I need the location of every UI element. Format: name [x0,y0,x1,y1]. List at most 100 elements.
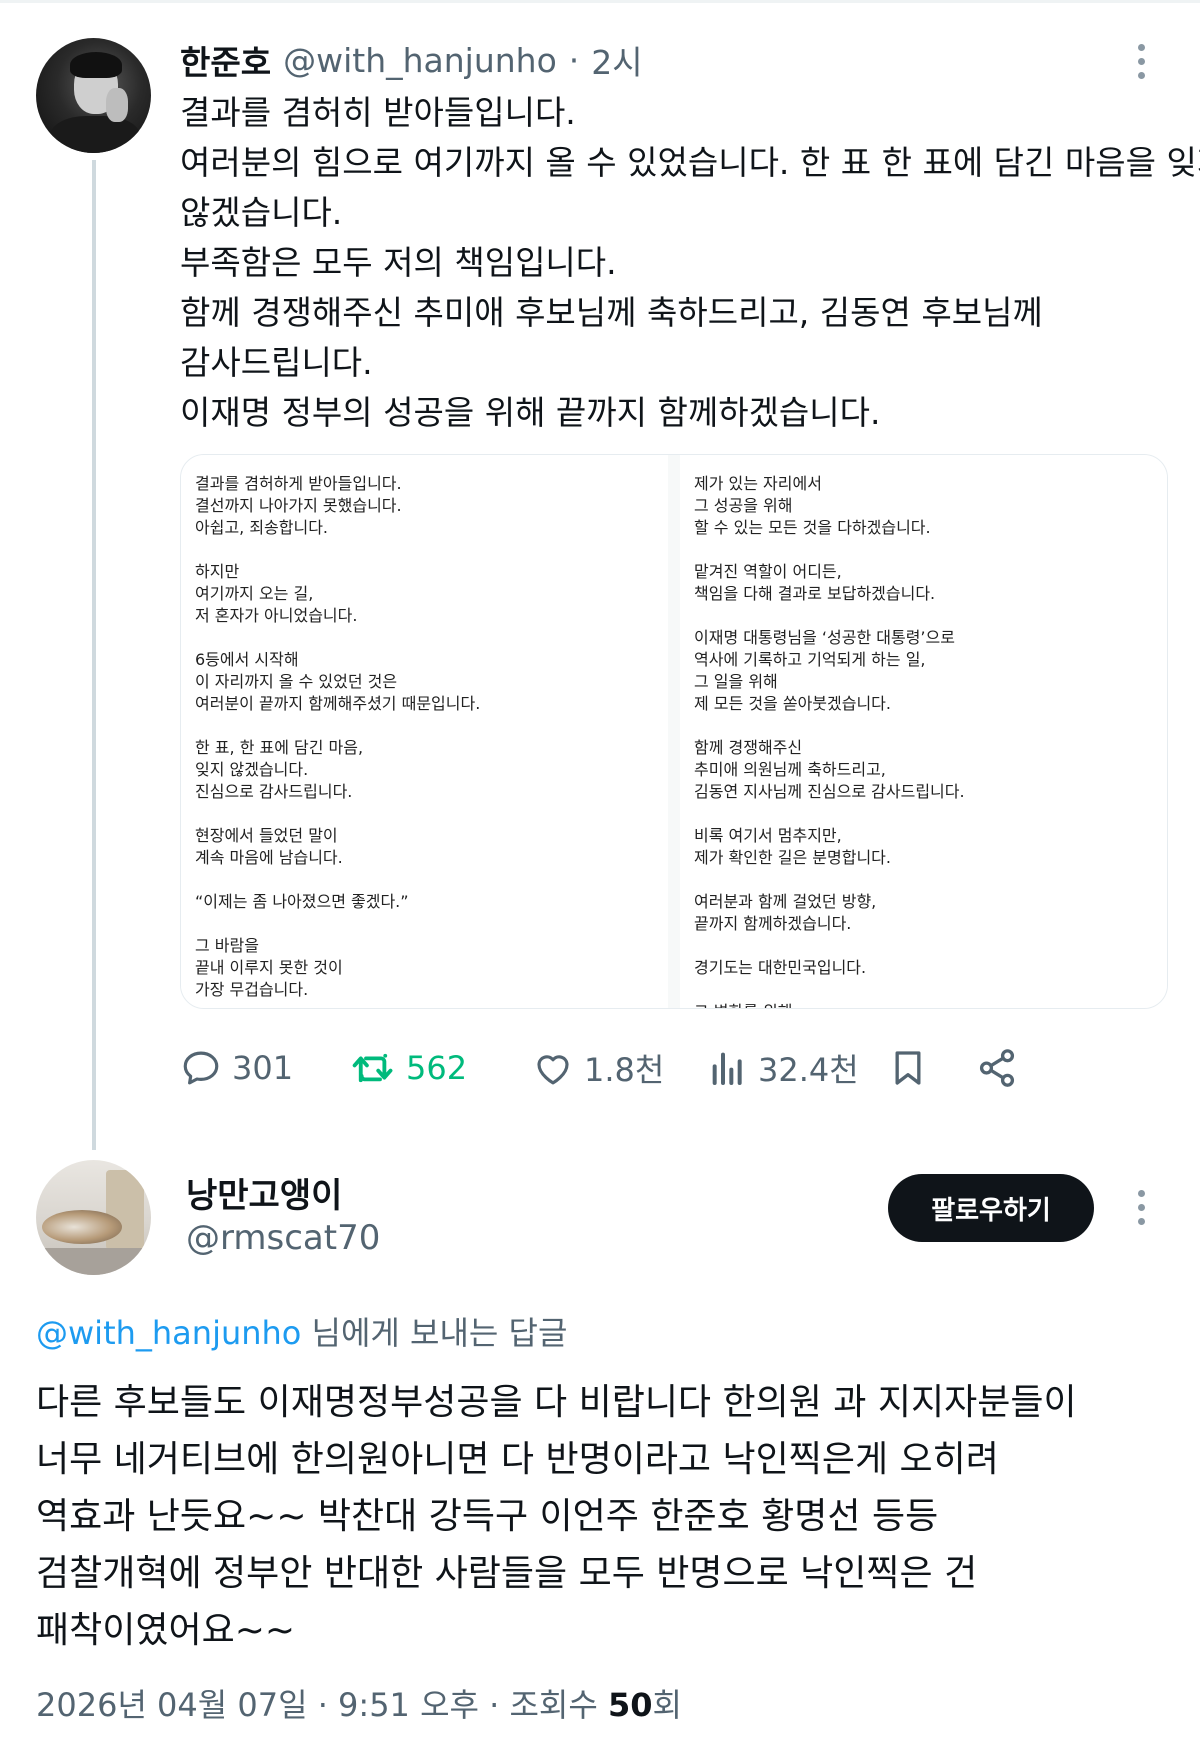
retweet-icon [352,1053,393,1083]
image-text-line: 비록 여기서 멈추지만, [694,826,842,845]
image-text-line: 이 자리까지 올 수 있었던 것은 [195,672,398,691]
tweet-header: 한준호 @with_hanjunho · 2시 [180,36,643,84]
image-text-line: 제가 있는 자리에서 [694,474,822,493]
tweet-text-line: 결과를 겸허히 받아들입니다. [180,93,576,132]
author-handle[interactable]: @with_hanjunho [283,41,557,80]
more-icon [1126,40,1156,79]
reply-icon [183,1051,219,1085]
replying-to-mention[interactable]: @with_hanjunho [36,1314,301,1352]
image-text-line: 여러분과 함께 걸었던 방향, [694,892,877,911]
share-button[interactable] [976,1040,1018,1096]
media-image-right[interactable]: 제가 있는 자리에서 그 성공을 위해 할 수 있는 모든 것을 다하겠습니다. 맡겨… [680,455,1167,1008]
tweet-text-line: 부족함은 모두 저의 책임입니다. [180,243,617,282]
share-icon [979,1049,1015,1087]
image-text-line: 한 표, 한 표에 담긴 마음, [195,738,364,757]
image-text-line: 가장 무겁습니다. [195,980,309,999]
header-separator: · [568,40,580,80]
views-icon [712,1052,742,1085]
reply-text-line: 패착이였어요~~ [36,1610,296,1651]
image-text-line: 그 성공을 위해 [694,496,793,515]
image-text-line: 책임을 다해 결과로 보답하겠습니다. [694,584,936,603]
image-text-line: 그 변화를 위해 [694,1001,1157,1008]
reply-metadata: 2026년 04월 07일 · 9:51 오후 · 조회수 50회 [36,1680,682,1726]
image-text-line: 결선까지 나아가지 못했습니다. [195,496,402,515]
image-text-line: 맡겨진 역할이 어디든, [694,562,842,581]
image-text-gap [694,803,1157,825]
reply-more-options-button[interactable] [1126,1186,1156,1226]
image-text-line: 제 모든 것을 쏟아붓겠습니다. [694,694,891,713]
image-left-text: 결과를 겸허하게 받아들입니다. 결선까지 나아가지 못했습니다. 아쉽고, 죄송합… [195,473,658,1001]
reply-button[interactable]: 301 [180,1040,293,1096]
reply-view-count: 50 [607,1686,653,1724]
image-text-line: 추미애 의원님께 축하드리고, [694,760,886,779]
image-text-gap [195,913,658,935]
media-image-left[interactable]: 결과를 겸허하게 받아들입니다. 결선까지 나아가지 못했습니다. 아쉽고, 죄송합… [181,455,668,1008]
retweet-count: 562 [406,1049,468,1087]
tweet-text-line: 이재명 정부의 성공을 위해 끝까지 함께하겠습니다. [180,393,881,432]
reply-author-name[interactable]: 낭만고앵이 [186,1168,342,1217]
replying-to: @with_hanjunho 님에게 보내는 답글 [36,1308,567,1354]
image-text-line: 하지만 [195,562,240,581]
image-text-line: 진심으로 감사드립니다. [195,782,353,801]
reply-text-line: 다른 후보들도 이재명정부성공을 다 비랍니다 한의원 과 지지자분들이 [36,1382,1077,1423]
bookmark-button[interactable] [888,1040,928,1096]
reply-timestamp[interactable]: 2026년 04월 07일 · 9:51 오후 · 조회수 [36,1686,608,1724]
image-text-line: 함께 경쟁해주신 [694,738,803,757]
image-right-text: 제가 있는 자리에서 그 성공을 위해 할 수 있는 모든 것을 다하겠습니다. 맡겨… [694,473,1157,1008]
image-text-gap [195,715,658,737]
image-text-line: 저 혼자가 아니었습니다. [195,606,358,625]
more-options-button[interactable] [1126,40,1156,80]
image-text-line: “이제는 좀 나아졌으면 좋겠다.” [195,892,409,911]
image-text-line: 김동연 지사님께 진심으로 감사드립니다. [694,782,965,801]
image-text-line: 결과를 겸허하게 받아들입니다. [195,474,402,493]
tweet-time[interactable]: 2시 [591,36,642,84]
reply-text-line: 너무 네거티브에 한의원아니면 다 반명이라고 낙인찍은게 오히려 [36,1439,999,1480]
image-text-line: 그 일을 위해 [694,672,778,691]
views-button[interactable]: 32.4천 [708,1040,859,1096]
like-icon [537,1055,569,1085]
image-text-line: 경기도는 대한민국입니다. [694,958,867,977]
top-divider [0,0,1200,3]
retweet-button[interactable]: 562 [350,1040,467,1096]
reply-author-avatar[interactable] [36,1160,151,1275]
reply-view-suffix: 회 [652,1686,682,1724]
image-text-line: 현장에서 들었던 말이 [195,826,338,845]
tweet-actions: 301 562 1.8천 32.4천 [180,1040,1140,1096]
image-text-gap [195,869,658,891]
image-text-line: 6등에서 시작해 [195,650,299,669]
image-text-line: 아쉽고, 죄송합니다. [195,518,329,537]
like-count: 1.8천 [584,1051,665,1089]
image-text-line: 끝까지 함께하겠습니다. [694,914,852,933]
image-text-gap [694,869,1157,891]
tweet-text-line: 감사드립니다. [180,343,373,382]
image-text-gap [694,935,1157,957]
author-name[interactable]: 한준호 [180,36,271,84]
image-text-gap [195,539,658,561]
tweet-text-line: 여러분의 힘으로 여기까지 올 수 있었습니다. 한 표 한 표에 담긴 마음을… [180,143,1200,182]
author-avatar[interactable] [36,38,151,153]
tweet-media[interactable]: 결과를 겸허하게 받아들입니다. 결선까지 나아가지 못했습니다. 아쉽고, 죄송합… [180,454,1168,1009]
image-text-line: 제가 확인한 길은 분명합니다. [694,848,891,867]
views-count: 32.4천 [758,1051,859,1089]
image-text-line: 끝내 이루지 못한 것이 [195,958,343,977]
like-button[interactable]: 1.8천 [532,1040,664,1096]
tweet-text: 결과를 겸허히 받아들입니다. 여러분의 힘으로 여기까지 올 수 있었습니다.… [180,88,1200,438]
replying-to-suffix: 님에게 보내는 답글 [301,1314,568,1352]
tweet-text-line: 함께 경쟁해주신 추미애 후보님께 축하드리고, 김동연 후보님께 [180,293,1043,332]
reply-text: 다른 후보들도 이재명정부성공을 다 비랍니다 한의원 과 지지자분들이 너무 … [36,1374,1166,1659]
image-text-gap [195,627,658,649]
more-icon [1126,1186,1156,1225]
reply-author-handle[interactable]: @rmscat70 [186,1218,380,1258]
image-text-line: 역사에 기록하고 기억되게 하는 일, [694,650,926,669]
image-text-line: 이재명 대통령님을 ‘성공한 대통령’으로 [694,628,955,647]
image-text-gap [694,715,1157,737]
thread-connector-line [92,160,96,1150]
follow-button[interactable]: 팔로우하기 [888,1174,1094,1242]
image-text-gap [195,803,658,825]
image-text-gap [694,979,1157,1001]
reply-text-line: 검찰개혁에 정부안 반대한 사람들을 모두 반명으로 낙인찍은 건 [36,1553,978,1594]
image-text-line: 그 바람을 [195,936,259,955]
image-text-gap [694,539,1157,561]
image-text-line: 여기까지 오는 길, [195,584,314,603]
tweet-text-line: 않겠습니다. [180,193,343,232]
